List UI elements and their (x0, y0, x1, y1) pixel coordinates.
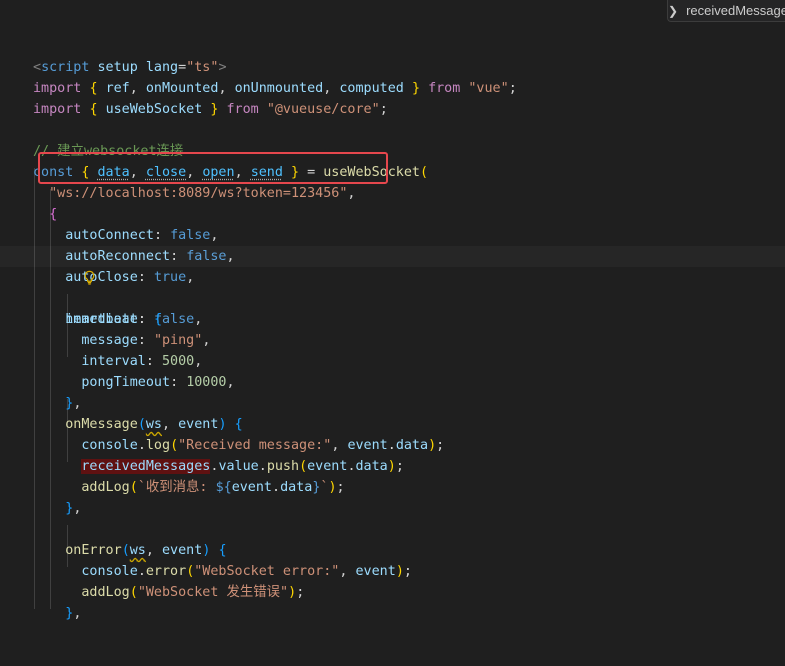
code-line[interactable]: 0 import { useWebSocket } from "@vueuse/… (0, 57, 785, 117)
code-line[interactable]: 3 pongTimeout: 10000, (0, 330, 785, 390)
code-line[interactable]: 6 autoConnect: false, (0, 183, 785, 243)
code-line[interactable]: 8 addLog(`收到消息: ${event.data}`); (0, 435, 785, 495)
code-line[interactable]: 8 autoClose: true, (0, 225, 785, 285)
annotation-highlight-box (38, 152, 388, 184)
sticky-scroll-breadcrumb[interactable]: ❯ receivedMessages (667, 0, 785, 22)
code-line[interactable]: 7 autoReconnect: false, (0, 204, 785, 264)
code-line[interactable]: 9 }, (0, 456, 785, 516)
code-line[interactable]: 9 import { ref, onMounted, onUnmounted, … (0, 36, 785, 96)
code-line[interactable]: 1 onError(ws, event) { (0, 498, 785, 558)
breadcrumb-label[interactable]: receivedMessages (686, 3, 785, 18)
code-line[interactable]: 2 interval: 5000, (0, 309, 785, 369)
code-line[interactable]: 1 (0, 78, 785, 99)
code-line[interactable]: 6 console.log("Received message:", event… (0, 393, 785, 453)
code-line[interactable]: 1 message: "ping", (0, 288, 785, 348)
code-line[interactable]: 4 }, (0, 351, 785, 411)
lightbulb-icon[interactable] (34, 249, 95, 285)
code-text[interactable]: }, (33, 603, 81, 624)
code-line[interactable]: 7 receivedMessages.value.push(event.data… (0, 414, 785, 474)
code-line[interactable]: 5 (0, 582, 785, 603)
code-line[interactable]: 0 (0, 477, 785, 498)
code-editor[interactable]: 7 8 <script setup lang="ts"> 9 import { … (0, 0, 785, 621)
code-line[interactable]: 0 heartbeat: { (0, 267, 785, 327)
code-line-active[interactable]: 9 immediate: false, (0, 246, 785, 327)
code-line[interactable]: 5 onMessage(ws, event) { (0, 372, 785, 432)
code-line[interactable]: 2 // 建立websocket连接 (0, 99, 785, 159)
code-line[interactable]: 2 console.error("WebSocket error:", even… (0, 519, 785, 579)
chevron-right-icon[interactable]: ❯ (668, 4, 678, 18)
code-line[interactable]: 3 addLog("WebSocket 发生错误"); (0, 540, 785, 600)
code-line[interactable]: 4 }, (0, 561, 785, 621)
code-line[interactable]: 3 const { data, close, open, send } = us… (0, 120, 785, 180)
